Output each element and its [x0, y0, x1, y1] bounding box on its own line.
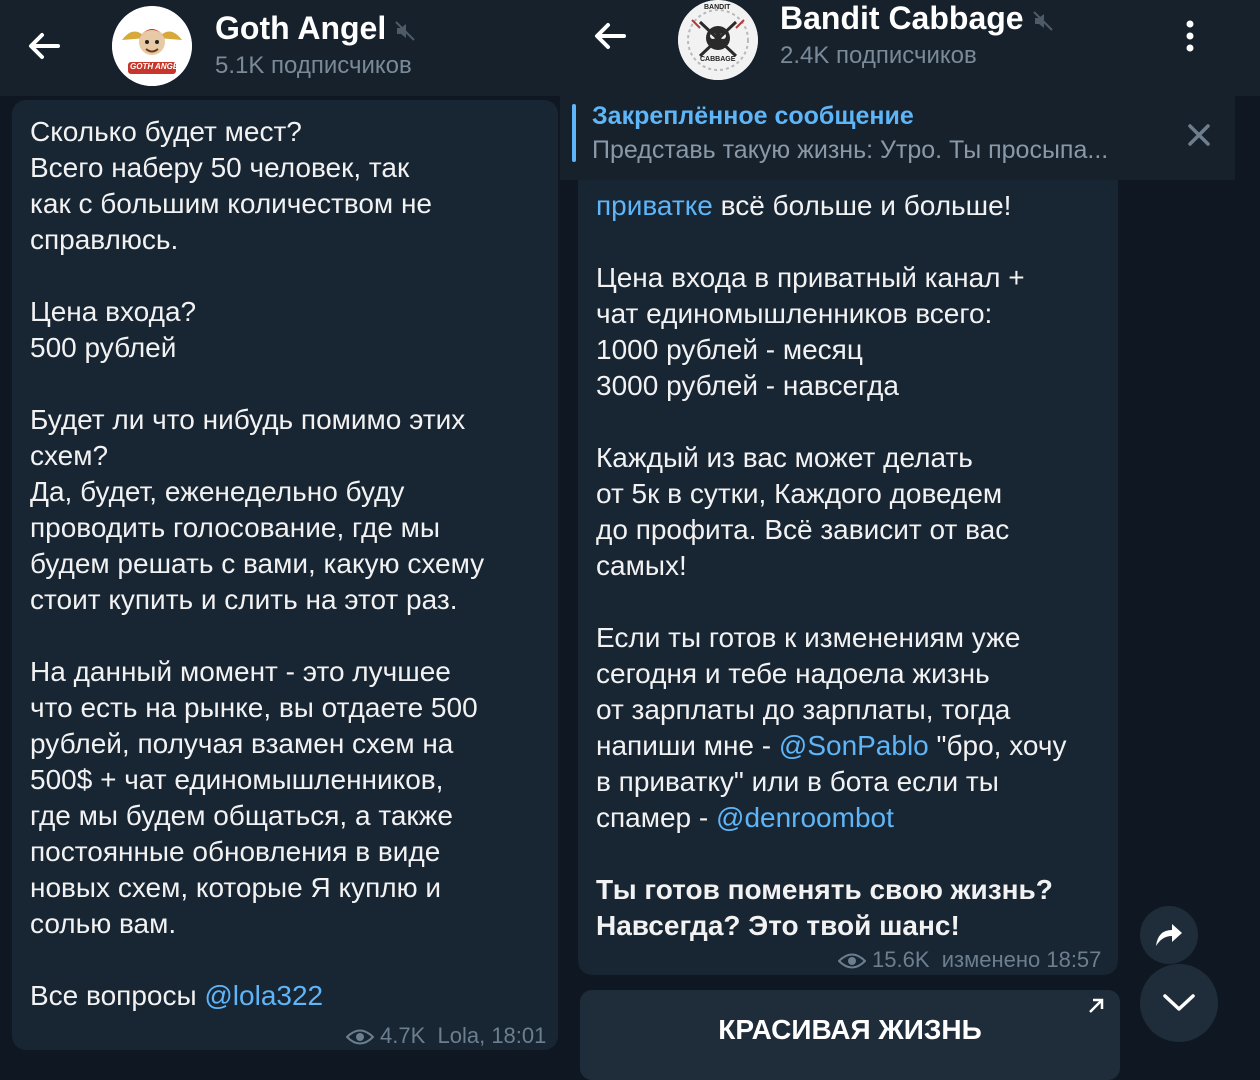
edited-time: изменено 18:57: [941, 947, 1102, 972]
right-chat-pane: BANDIT CABBAGE Bandit Cabbage 2.4K подпи…: [560, 0, 1260, 1080]
message-text: приватке всё больше и больше! Цена входа…: [596, 188, 1111, 944]
chevron-down-icon: [1163, 994, 1195, 1011]
channel-avatar[interactable]: BANDIT CABBAGE: [678, 0, 758, 80]
message-paragraph: Цена входа в приватный канал + чат едино…: [596, 262, 1025, 401]
share-button[interactable]: [1140, 906, 1198, 964]
share-icon: [1156, 924, 1182, 946]
message-text-fragment: Все вопросы: [30, 980, 205, 1011]
goth-angel-logo: [112, 6, 192, 86]
avatar-logo-text: GOTH ANGEL: [130, 62, 184, 71]
eye-icon: [346, 1029, 374, 1045]
mute-icon: [395, 20, 415, 41]
avatar-logo-text: BANDIT: [704, 4, 731, 11]
message-bubble[interactable]: приватке всё больше и больше! Цена входа…: [578, 160, 1118, 975]
mention-link[interactable]: @lola322: [204, 980, 323, 1011]
scroll-down-button[interactable]: [1140, 964, 1218, 1042]
message-paragraph: Каждый из вас может делать от 5к в сутки…: [596, 442, 1010, 581]
message-paragraph: Будет ли что нибудь помимо этих схем? Да…: [30, 404, 485, 615]
channel-title: Goth Angel: [215, 10, 416, 47]
author-time: Lola, 18:01: [437, 1023, 547, 1048]
mute-icon: [1032, 10, 1053, 31]
mention-link[interactable]: @SonPablo: [779, 730, 929, 761]
avatar-logo-text: CABBAGE: [700, 56, 736, 63]
pinned-preview: Представь такую жизнь: Утро. Ты просыпа.…: [592, 136, 1109, 164]
message-paragraph: Сколько будет мест? Всего наберу 50 чело…: [30, 116, 432, 255]
message-paragraph: Цена входа? 500 рублей: [30, 296, 197, 363]
back-arrow-icon[interactable]: [590, 16, 630, 56]
left-chat-header: GOTH ANGEL Goth Angel 5.1K подписчиков: [0, 0, 560, 96]
more-vert-icon[interactable]: [1178, 18, 1202, 54]
pinned-title: Закреплённое сообщение: [592, 102, 914, 130]
mention-link[interactable]: @denroombot: [716, 802, 894, 833]
left-chat-pane: GOTH ANGEL Goth Angel 5.1K подписчиков С…: [0, 0, 560, 1080]
channel-name: Bandit Cabbage: [780, 0, 1024, 36]
message-meta: 15.6K изменено 18:57: [838, 942, 1101, 978]
message-meta: 4.7K Lola, 18:01: [346, 1018, 546, 1054]
back-arrow-icon[interactable]: [24, 26, 64, 66]
message-text: Сколько будет мест? Всего наберу 50 чело…: [30, 114, 550, 1014]
channel-name: Goth Angel: [215, 10, 387, 46]
keyboard-button-label: КРАСИВАЯ ЖИЗНЬ: [718, 1014, 982, 1045]
eye-icon: [838, 953, 866, 969]
message-bubble[interactable]: Сколько будет мест? Всего наберу 50 чело…: [12, 100, 558, 1050]
channel-avatar[interactable]: GOTH ANGEL: [112, 6, 192, 86]
inline-keyboard-button[interactable]: КРАСИВАЯ ЖИЗНЬ: [580, 990, 1120, 1080]
view-count: 4.7K: [380, 1023, 426, 1048]
pinned-indicator: [572, 104, 576, 162]
external-arrow-icon: [1089, 998, 1104, 1013]
right-chat-header: BANDIT CABBAGE Bandit Cabbage 2.4K подпи…: [560, 0, 1260, 96]
message-paragraph-bold: Ты готов поменять свою жизнь? Навсегда? …: [596, 874, 1053, 941]
subscriber-count: 2.4K подписчиков: [780, 42, 977, 69]
channel-title: Bandit Cabbage: [780, 0, 1054, 37]
bandit-cabbage-logo: [678, 0, 758, 80]
pinned-message-bar[interactable]: Закреплённое сообщение Представь такую ж…: [560, 96, 1235, 180]
view-count: 15.6K: [872, 947, 930, 972]
message-text-fragment: всё больше и больше!: [712, 190, 1012, 221]
subscriber-count: 5.1K подписчиков: [215, 52, 412, 79]
close-icon[interactable]: [1182, 118, 1216, 152]
message-paragraph: На данный момент - это лучшее что есть н…: [30, 656, 478, 939]
link-text[interactable]: приватке: [596, 190, 713, 221]
